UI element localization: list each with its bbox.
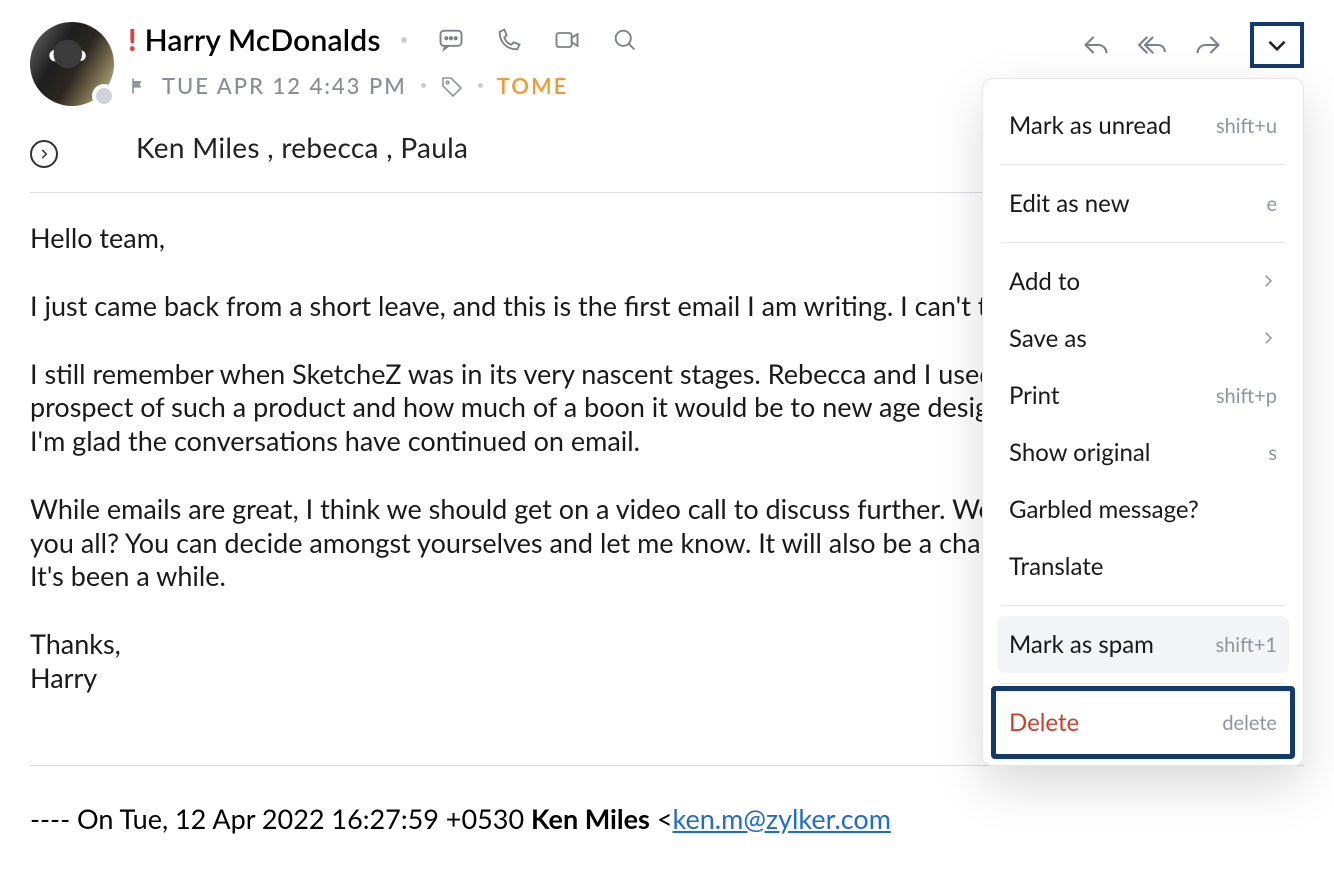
signature-line: Harry [30,661,97,694]
menu-item-add-to[interactable]: Add to [997,253,1289,310]
menu-separator [1001,683,1285,684]
menu-item-label: Mark as spam [1009,630,1154,659]
menu-item-mark-as-unread[interactable]: Mark as unread shift+u [997,97,1289,154]
menu-item-delete[interactable]: Delete delete [997,694,1289,751]
menu-item-label: Show original [1009,438,1150,467]
menu-item-label: Garbled message? [1009,495,1199,524]
menu-item-print[interactable]: Print shift+p [997,367,1289,424]
quoted-prefix: ---- On Tue, 12 Apr 2022 16:27:59 +0530 [30,802,531,835]
menu-separator [1001,242,1285,243]
menu-shortcut: shift+1 [1215,633,1277,657]
menu-item-label: Delete [1009,708,1079,737]
flag-icon[interactable] [128,76,148,96]
chevron-right-icon [1259,324,1277,353]
menu-item-label: Print [1009,381,1060,410]
menu-shortcut: s [1268,441,1277,465]
video-icon[interactable] [553,26,581,54]
menu-shortcut: shift+p [1216,384,1277,408]
chevron-right-icon [1259,267,1277,296]
more-actions-menu: Mark as unread shift+u Edit as new e Add to S… [982,78,1304,766]
menu-shortcut: e [1266,192,1277,216]
tag-icon[interactable] [440,74,464,98]
quoted-angle: < [650,802,673,835]
quoted-header: ---- On Tue, 12 Apr 2022 16:27:59 +0530 … [30,802,1304,835]
menu-item-edit-as-new[interactable]: Edit as new e [997,175,1289,232]
presence-indicator [92,84,116,108]
chevron-right-icon [37,147,51,161]
search-icon[interactable] [611,26,639,54]
quoted-email-link[interactable]: ken.m@zylker.com [673,802,891,835]
menu-item-garbled-message[interactable]: Garbled message? [997,481,1289,538]
menu-item-mark-as-spam[interactable]: Mark as spam shift+1 [997,616,1289,673]
priority-icon: ! [128,25,137,55]
more-actions-button[interactable] [1250,22,1304,68]
chevron-down-icon [1264,32,1290,58]
forward-icon[interactable] [1194,31,1222,59]
reply-icon[interactable] [1082,31,1110,59]
menu-item-show-original[interactable]: Show original s [997,424,1289,481]
call-icon[interactable] [495,26,523,54]
menu-item-translate[interactable]: Translate [997,538,1289,595]
menu-shortcut: delete [1222,711,1277,735]
menu-item-label: Save as [1009,324,1087,353]
comment-icon[interactable] [437,26,465,54]
menu-item-label: Add to [1009,267,1080,296]
menu-shortcut: shift+u [1216,114,1277,138]
menu-item-save-as[interactable]: Save as [997,310,1289,367]
separator-dot [478,83,483,88]
expand-recipients-button[interactable] [30,140,58,168]
mail-label[interactable]: TOME [497,72,568,99]
menu-separator [1001,605,1285,606]
menu-item-label: Mark as unread [1009,111,1171,140]
separator-dot [401,37,407,43]
email-date: TUE APR 12 4:43 PM [162,72,407,99]
reply-all-icon[interactable] [1138,31,1166,59]
sender-name[interactable]: Harry McDonalds [145,22,381,58]
menu-separator [1001,164,1285,165]
signature-line: Thanks, [30,627,121,660]
separator-dot [421,83,426,88]
quoted-sender: Ken Miles [531,802,650,835]
menu-item-label: Translate [1009,552,1103,581]
menu-item-label: Edit as new [1009,189,1130,218]
sender-avatar[interactable] [30,22,114,106]
